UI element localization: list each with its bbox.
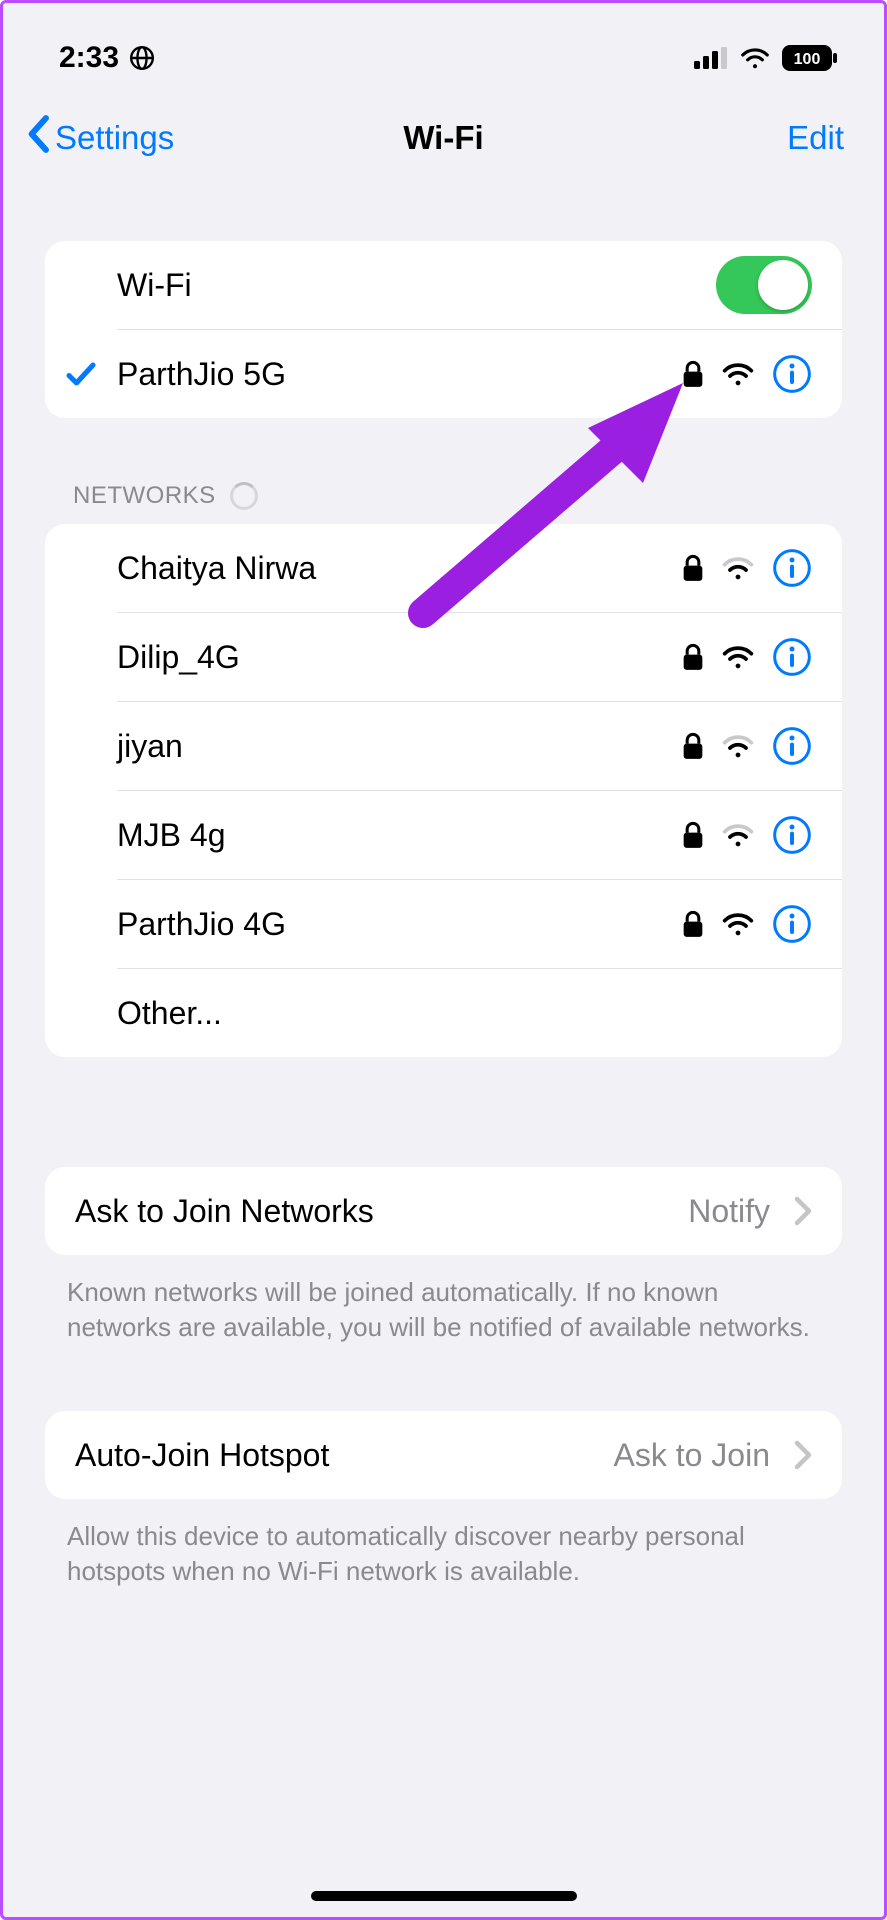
chevron-right-icon [794,1196,812,1226]
chevron-left-icon [25,115,51,161]
chevron-right-icon [794,1440,812,1470]
battery-icon: 100 [782,45,838,71]
wifi-main-group: Wi-Fi ParthJio 5G [45,241,842,418]
wifi-status-icon [740,47,770,69]
ask-to-join-value: Notify [688,1193,770,1230]
wifi-toggle-row[interactable]: Wi-Fi [45,241,842,329]
network-row[interactable]: ParthJio 4G [45,880,842,968]
loading-spinner-icon [230,482,258,510]
ask-to-join-label: Ask to Join Networks [45,1169,688,1254]
edit-button[interactable]: Edit [787,119,844,157]
lock-icon [682,821,704,849]
wifi-toggle-switch[interactable] [716,256,812,314]
network-name: MJB 4g [117,793,682,878]
network-name: Chaitya Nirwa [117,526,682,611]
auto-join-value: Ask to Join [613,1437,770,1474]
auto-join-row[interactable]: Auto-Join Hotspot Ask to Join [45,1411,842,1499]
lock-icon [682,732,704,760]
wifi-toggle-label: Wi-Fi [117,243,716,328]
back-button[interactable]: Settings [25,115,174,161]
info-icon[interactable] [772,815,812,855]
wifi-signal-icon [722,645,754,669]
location-globe-icon [129,45,155,71]
wifi-signal-icon [722,556,754,580]
home-indicator [311,1891,577,1901]
wifi-signal-icon [722,734,754,758]
lock-icon [682,360,704,388]
network-name: ParthJio 4G [117,882,682,967]
cellular-signal-icon [694,47,728,69]
connected-network-row[interactable]: ParthJio 5G [45,330,842,418]
auto-join-label: Auto-Join Hotspot [45,1413,613,1498]
auto-join-group: Auto-Join Hotspot Ask to Join [45,1411,842,1499]
networks-section-header: NETWORKS [73,482,814,510]
other-network-row[interactable]: Other... [45,969,842,1057]
info-icon[interactable] [772,548,812,588]
network-row[interactable]: MJB 4g [45,791,842,879]
wifi-signal-icon [722,362,754,386]
network-name: Dilip_4G [117,615,682,700]
wifi-signal-icon [722,823,754,847]
network-row[interactable]: Chaitya Nirwa [45,524,842,612]
other-network-label: Other... [117,971,812,1056]
info-icon[interactable] [772,354,812,394]
info-icon[interactable] [772,726,812,766]
ask-to-join-row[interactable]: Ask to Join Networks Notify [45,1167,842,1255]
lock-icon [682,643,704,671]
available-networks-group: Chaitya NirwaDilip_4GjiyanMJB 4gParthJio… [45,524,842,1057]
networks-section-title: NETWORKS [73,482,216,510]
status-time: 2:33 [59,41,119,75]
auto-join-footer: Allow this device to automatically disco… [67,1519,820,1589]
network-row[interactable]: jiyan [45,702,842,790]
status-bar: 2:33 100 [3,3,884,83]
back-label: Settings [55,119,174,157]
info-icon[interactable] [772,637,812,677]
lock-icon [682,910,704,938]
svg-text:100: 100 [794,51,821,68]
info-icon[interactable] [772,904,812,944]
connected-network-name: ParthJio 5G [117,332,682,417]
network-name: jiyan [117,704,682,789]
ask-to-join-footer: Known networks will be joined automatica… [67,1275,820,1345]
checkmark-icon [63,356,99,392]
network-row[interactable]: Dilip_4G [45,613,842,701]
lock-icon [682,554,704,582]
wifi-signal-icon [722,912,754,936]
ask-to-join-group: Ask to Join Networks Notify [45,1167,842,1255]
nav-bar: Settings Wi-Fi Edit [3,83,884,189]
